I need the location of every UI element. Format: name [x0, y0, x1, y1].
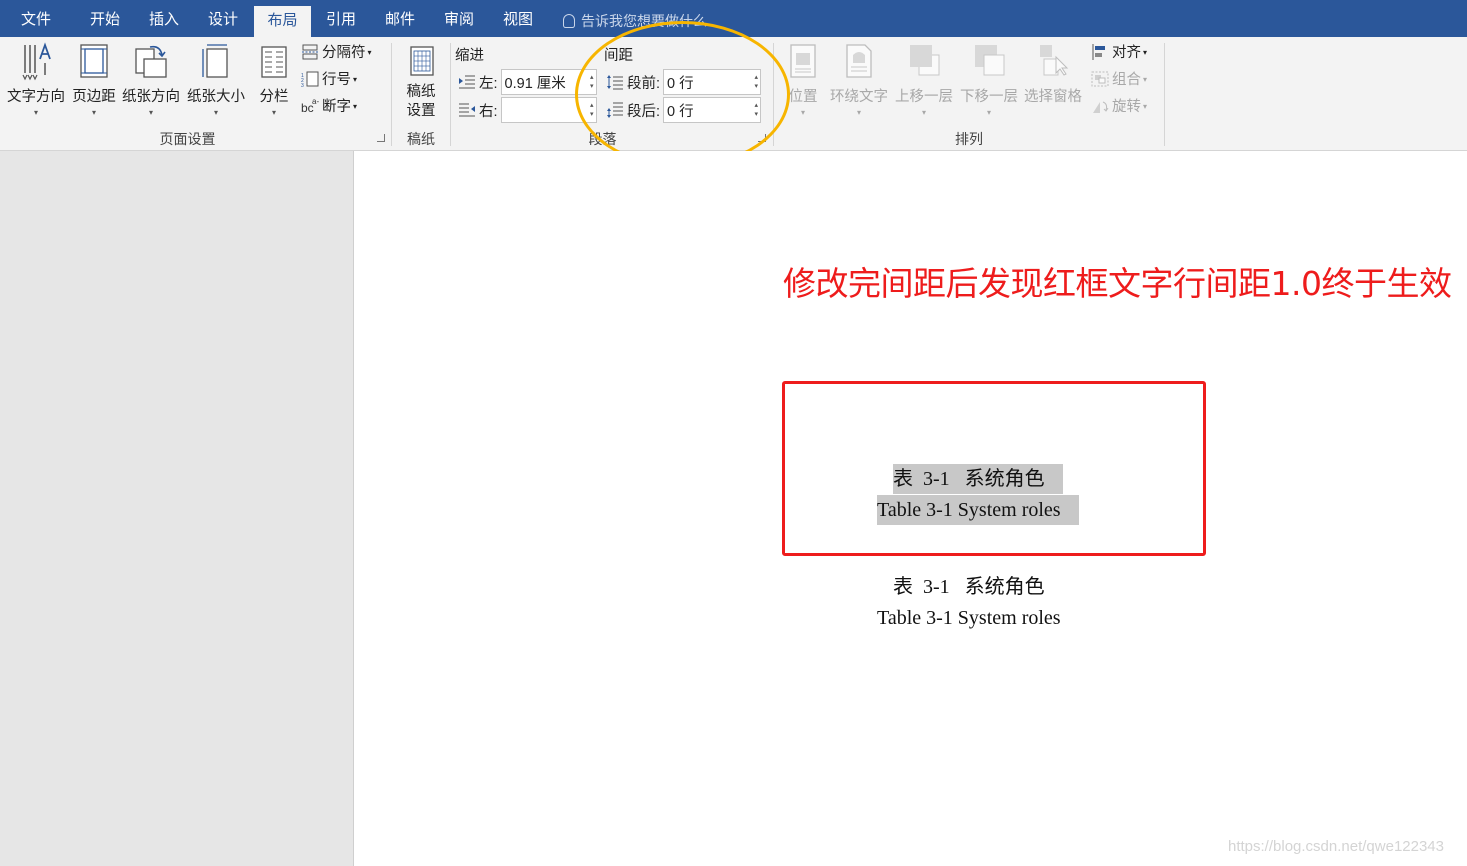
breaks-button[interactable]: 分隔符 ▾	[301, 42, 372, 64]
lightbulb-icon	[563, 14, 575, 28]
breaks-label: 分隔符	[322, 45, 366, 61]
line-numbers-button[interactable]: 123 行号 ▾	[301, 69, 357, 91]
align-button[interactable]: 对齐 ▾	[1091, 42, 1147, 64]
chevron-down-icon: ▾	[91, 108, 96, 117]
columns-label: 分栏	[259, 89, 289, 105]
draft-paper-label-1: 稿纸	[406, 84, 436, 100]
tab-file[interactable]: 文件	[4, 0, 68, 37]
position-button[interactable]: 位置 ▾	[784, 41, 822, 118]
chevron-down-icon: ▾	[800, 108, 805, 117]
draft-paper-button[interactable]: 稿纸 设置	[398, 41, 444, 121]
tab-design[interactable]: 设计	[194, 0, 252, 37]
draft-paper-icon	[404, 41, 438, 81]
wrap-text-icon	[842, 41, 876, 81]
tab-insert[interactable]: 插入	[135, 0, 193, 37]
group-objects-icon	[1091, 71, 1109, 87]
wrap-text-button[interactable]: 环绕文字 ▾	[828, 41, 890, 118]
caption-cn-selected[interactable]: 表 3-1 系统角色	[893, 464, 1063, 494]
breaks-icon	[301, 44, 319, 60]
tab-layout[interactable]: 布局	[254, 6, 311, 37]
send-backward-button[interactable]: 下移一层 ▾	[958, 41, 1020, 118]
svg-text:3: 3	[301, 83, 304, 87]
margins-button[interactable]: 页边距 ▾	[70, 41, 118, 118]
chevron-down-icon: ▾	[1143, 102, 1148, 111]
tab-mailings[interactable]: 邮件	[371, 0, 429, 37]
selection-pane-icon	[1036, 41, 1070, 81]
chevron-down-icon: ▾	[1143, 48, 1148, 57]
caption-en[interactable]: Table 3-1 System roles	[877, 603, 1061, 633]
position-icon	[786, 41, 820, 81]
align-label: 对齐	[1112, 45, 1141, 61]
text-direction-label: 文字方向	[7, 89, 65, 105]
tab-review[interactable]: 审阅	[430, 0, 488, 37]
wrap-text-label: 环绕文字	[830, 89, 888, 105]
watermark: https://blog.csdn.net/qwe122343	[1228, 838, 1444, 855]
orientation-icon	[134, 41, 168, 81]
svg-text:a-: a-	[312, 98, 319, 106]
size-label: 纸张大小	[187, 89, 245, 105]
bring-forward-label: 上移一层	[895, 89, 953, 105]
chevron-down-icon: ▾	[921, 108, 926, 117]
group-objects-button[interactable]: 组合 ▾	[1091, 69, 1147, 91]
chevron-down-icon: ▾	[856, 108, 861, 117]
columns-icon	[257, 41, 291, 81]
caption-cn[interactable]: 表 3-1 系统角色	[893, 572, 1045, 602]
text-direction-icon	[19, 41, 53, 81]
bring-forward-icon	[907, 41, 941, 81]
chevron-down-icon: ▾	[213, 108, 218, 117]
rotate-icon	[1091, 98, 1109, 114]
text-direction-button[interactable]: 文字方向 ▾	[5, 41, 67, 118]
chevron-down-icon: ▾	[353, 75, 358, 84]
line-numbers-label: 行号	[322, 72, 351, 88]
hyphenation-label: 断字	[322, 99, 351, 115]
orientation-label: 纸张方向	[122, 89, 180, 105]
chevron-down-icon: ▾	[271, 108, 276, 117]
paper-size-icon	[199, 41, 233, 81]
indent-left-label: 左:	[479, 75, 498, 92]
draft-paper-label-2: 设置	[406, 103, 436, 119]
rotate-label: 旋转	[1112, 99, 1141, 115]
line-numbers-icon: 123	[301, 71, 319, 89]
columns-button[interactable]: 分栏 ▾	[254, 41, 294, 118]
orientation-button[interactable]: 纸张方向 ▾	[120, 41, 182, 118]
navigation-pane	[0, 151, 354, 866]
margins-label: 页边距	[72, 89, 116, 105]
indent-right-label: 右:	[479, 103, 498, 120]
tab-references[interactable]: 引用	[312, 0, 370, 37]
align-icon	[1091, 44, 1109, 60]
hyphenation-icon: bc a-	[301, 97, 319, 115]
draft-paper-group-label: 稿纸	[407, 131, 435, 147]
arrange-group-label: 排列	[955, 131, 983, 147]
chevron-down-icon: ▾	[367, 48, 372, 57]
indent-left-icon	[458, 74, 476, 90]
chevron-down-icon: ▾	[148, 108, 153, 117]
page-setup-group-label: 页面设置	[159, 131, 216, 147]
size-button[interactable]: 纸张大小 ▾	[185, 41, 247, 118]
chevron-down-icon: ▾	[353, 102, 358, 111]
selection-pane-button[interactable]: 选择窗格	[1022, 41, 1084, 106]
bring-forward-button[interactable]: 上移一层 ▾	[893, 41, 955, 118]
rotate-button[interactable]: 旋转 ▾	[1091, 96, 1147, 118]
selection-pane-label: 选择窗格	[1024, 89, 1082, 105]
tab-home[interactable]: 开始	[76, 0, 134, 37]
chevron-down-icon: ▾	[1143, 75, 1148, 84]
caption-en-selected[interactable]: Table 3-1 System roles	[877, 495, 1079, 525]
highlight-circle	[575, 21, 790, 168]
chevron-down-icon: ▾	[986, 108, 991, 117]
send-backward-label: 下移一层	[960, 89, 1018, 105]
page-setup-launcher-icon[interactable]	[377, 134, 385, 142]
annotation-text: 修改完间距后发现红框文字行间距1.0终于生效	[783, 264, 1452, 303]
hyphenation-button[interactable]: bc a- 断字 ▾	[301, 96, 357, 118]
indent-right-icon	[458, 102, 476, 118]
send-backward-icon	[972, 41, 1006, 81]
group-objects-label: 组合	[1112, 72, 1141, 88]
tab-view[interactable]: 视图	[489, 0, 547, 37]
margins-icon	[77, 41, 111, 81]
chevron-down-icon: ▾	[33, 108, 38, 117]
group-divider	[1164, 43, 1165, 146]
indent-section-label: 缩进	[455, 48, 484, 64]
